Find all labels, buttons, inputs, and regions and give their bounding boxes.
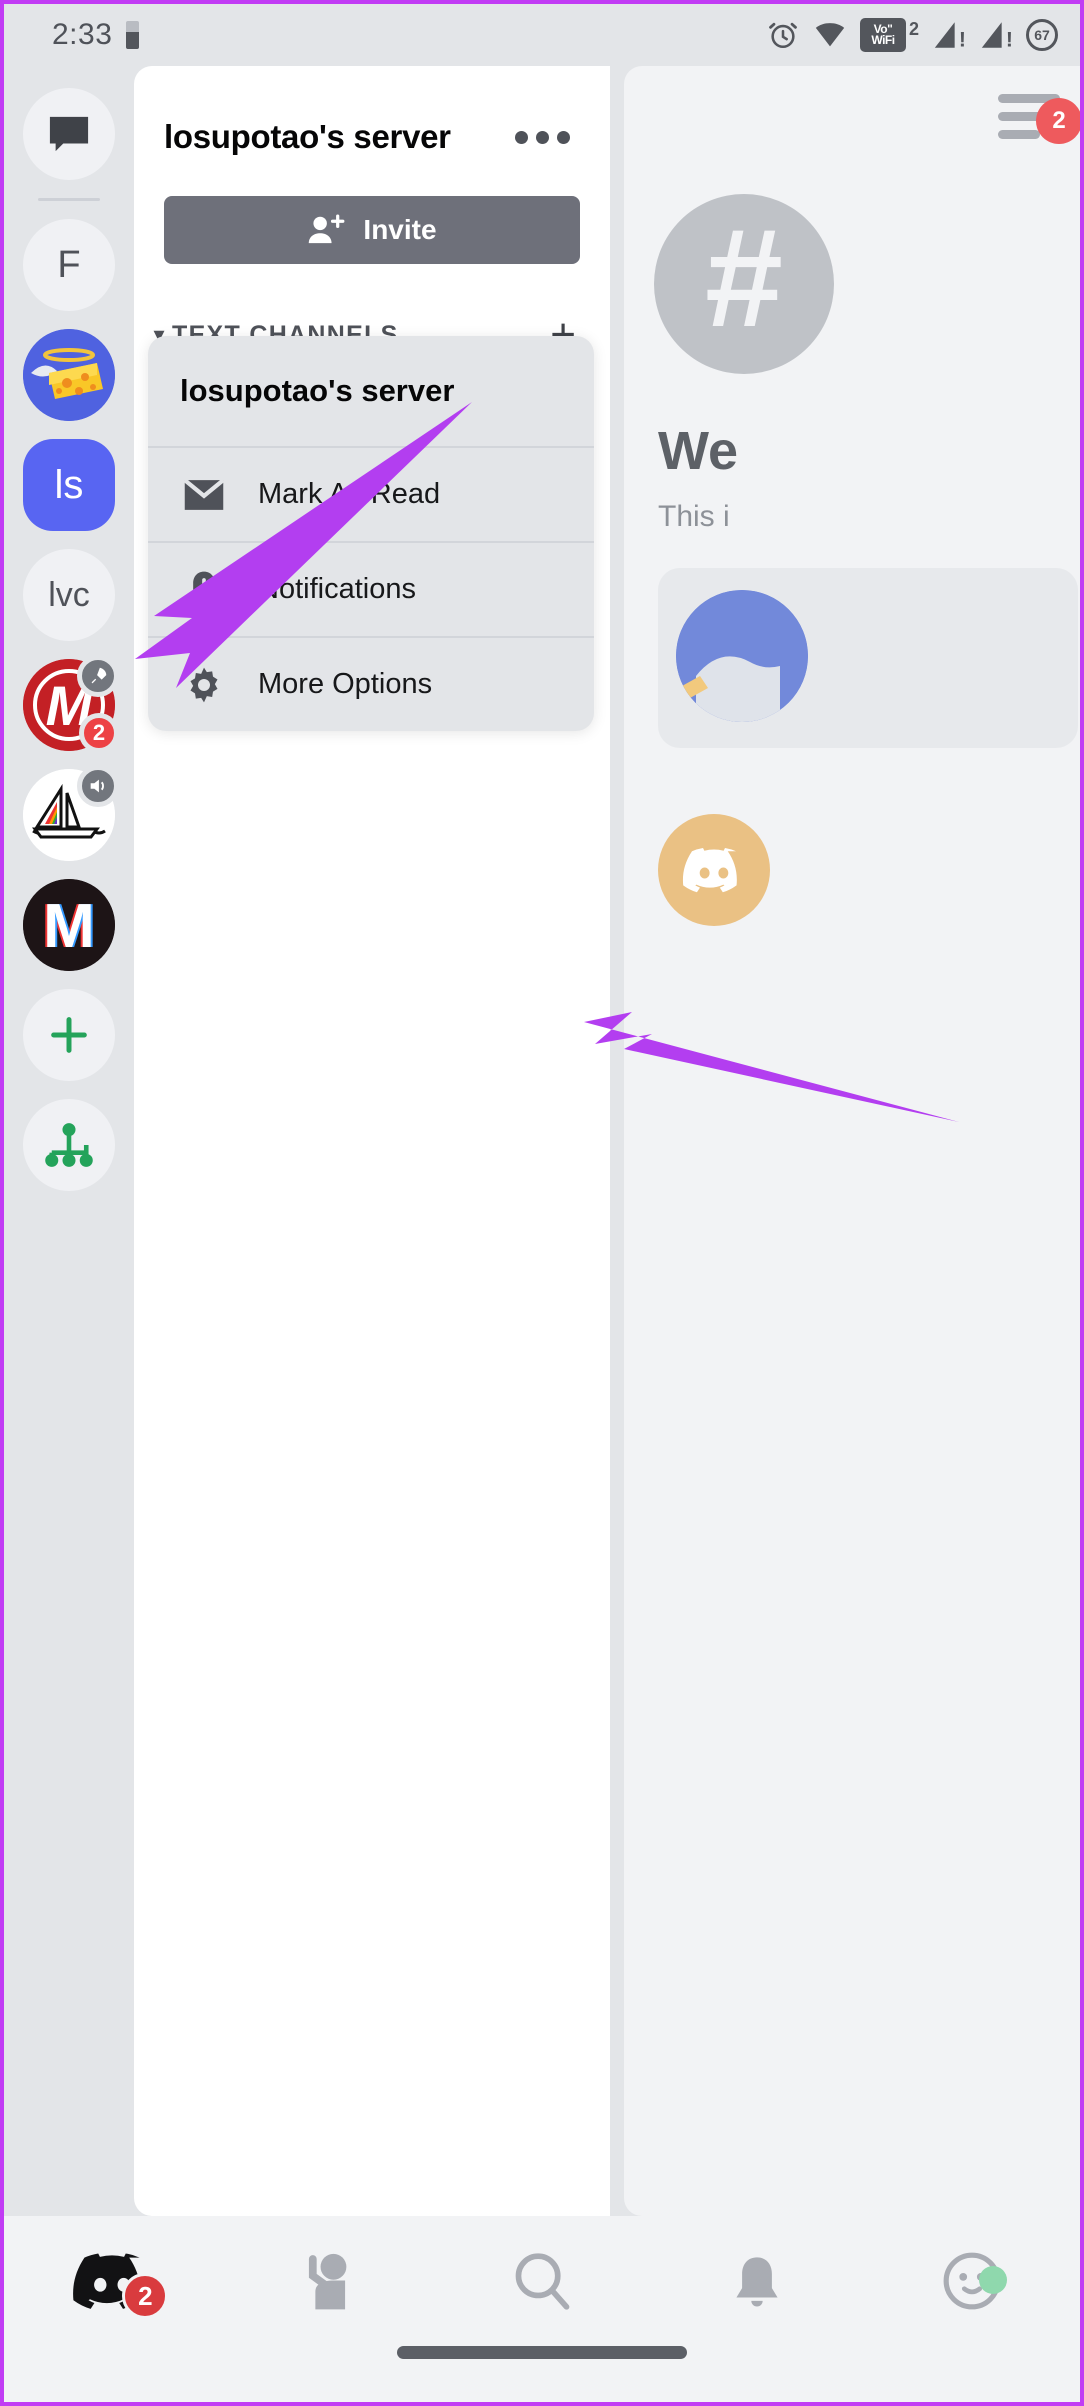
unread-badge: 2 xyxy=(122,2273,169,2320)
vowifi-sim-number: 2 xyxy=(908,18,919,39)
welcome-card[interactable] xyxy=(658,568,1078,748)
rail-item-server-m-red[interactable]: M 2 xyxy=(23,655,119,753)
context-menu-title: losupotao's server xyxy=(180,373,455,408)
person-add-icon xyxy=(309,214,345,244)
server-context-menu[interactable]: losupotao's server Mark As Read Notifica… xyxy=(148,336,594,731)
invite-button[interactable]: Invite xyxy=(164,196,580,264)
unread-badge: 2 xyxy=(79,713,119,753)
rail-item-direct-messages[interactable] xyxy=(23,88,115,180)
welcome-subtext: This i xyxy=(658,500,730,533)
menu-item-more-options[interactable]: More Options xyxy=(148,638,594,731)
invite-button-label: Invite xyxy=(363,214,437,245)
bell-icon xyxy=(736,2257,778,2307)
plus-icon[interactable] xyxy=(23,989,115,1081)
server-initials: F xyxy=(57,243,81,286)
globe-icon xyxy=(676,590,808,722)
status-bar-left: 2:33 xyxy=(52,18,140,52)
bell-alert-icon xyxy=(180,570,228,610)
signal-alert-icon: ! xyxy=(981,22,1013,51)
nav-servers[interactable]: 2 xyxy=(4,2216,219,2346)
panel-header: losupotao's server xyxy=(134,66,610,156)
rail-item-server-cheese[interactable] xyxy=(23,329,115,421)
phone-screen: 2:33 Vo" WiFi 2 ! ! 67 F ls lvc M 2 M M … xyxy=(0,0,1084,2406)
menu-item-notifications[interactable]: Notifications xyxy=(148,543,594,636)
vowifi-icon: Vo" WiFi xyxy=(859,18,906,52)
server-rail[interactable]: F ls lvc M 2 M M M xyxy=(4,66,134,2216)
status-clock: 2:33 xyxy=(52,18,113,51)
nav-search[interactable] xyxy=(434,2216,649,2346)
cheese-angel-icon[interactable] xyxy=(23,329,115,421)
menu-item-label: More Options xyxy=(258,668,433,700)
status-bar: 2:33 Vo" WiFi 2 ! ! 67 xyxy=(4,4,1080,66)
gear-icon xyxy=(180,665,228,705)
server-name-title: losupotao's server xyxy=(164,118,451,155)
explore-compass-icon[interactable] xyxy=(23,1099,115,1191)
battery-icon xyxy=(126,21,140,49)
chat-peek-pane[interactable]: 2 # We This i xyxy=(624,66,1080,2216)
discord-bot-avatar[interactable] xyxy=(658,814,770,926)
wifi-icon xyxy=(815,23,845,47)
server-avatar-f[interactable]: F xyxy=(23,219,115,311)
envelope-icon xyxy=(180,477,228,512)
friends-icon xyxy=(308,2253,347,2310)
rail-item-server-ls[interactable]: ls xyxy=(23,439,115,531)
server-initials: lvc xyxy=(48,575,90,614)
hamburger-line xyxy=(998,130,1040,139)
hamburger-menu-icon[interactable]: 2 xyxy=(984,80,1080,162)
rocket-icon xyxy=(77,655,119,697)
server-avatar-lvc[interactable]: lvc xyxy=(23,549,115,641)
nav-profile[interactable] xyxy=(865,2216,1080,2346)
alarm-icon xyxy=(769,22,797,49)
rail-item-server-lvc[interactable]: lvc xyxy=(23,549,115,641)
nav-friends[interactable] xyxy=(219,2216,434,2346)
peek-top-bar: 2 xyxy=(624,66,1080,176)
menu-item-label: Mark As Read xyxy=(258,478,441,510)
svg-text:!: ! xyxy=(1006,27,1013,51)
rail-divider xyxy=(38,198,100,201)
rail-item-server-f[interactable]: F xyxy=(23,219,115,311)
dot xyxy=(557,130,570,144)
server-avatar-ls[interactable]: ls xyxy=(23,439,115,531)
battery-percent-value: 67 xyxy=(1034,27,1050,43)
more-horizontal-icon[interactable] xyxy=(505,121,580,154)
search-icon xyxy=(515,2253,570,2310)
discord-logo-icon xyxy=(682,848,737,893)
battery-percent-badge: 67 xyxy=(1026,19,1058,51)
dot xyxy=(536,130,549,144)
channel-hash-icon: # xyxy=(654,194,834,374)
menu-item-mark-as-read[interactable]: Mark As Read xyxy=(148,448,594,541)
gesture-bar[interactable] xyxy=(4,2346,1080,2402)
gesture-bar-handle xyxy=(397,2346,687,2359)
svg-text:!: ! xyxy=(959,27,966,51)
menu-item-label: Notifications xyxy=(258,573,416,605)
speaker-icon xyxy=(77,765,119,807)
vowifi-line2: WiFi xyxy=(871,33,895,47)
rail-item-explore-servers[interactable] xyxy=(23,1099,115,1191)
dot xyxy=(515,130,528,144)
svg-text:M: M xyxy=(43,892,95,961)
rail-item-server-sailboat[interactable] xyxy=(23,765,119,861)
rail-item-add-server[interactable] xyxy=(23,989,115,1081)
mentions-badge: 2 xyxy=(1036,98,1080,144)
bottom-nav-row: 2 xyxy=(4,2216,1080,2346)
signal-alert-icon: ! xyxy=(934,22,966,51)
rail-item-server-m-dark[interactable]: M M M xyxy=(23,879,115,971)
nav-notifications[interactable] xyxy=(650,2216,865,2346)
status-online-dot xyxy=(978,2266,1007,2294)
welcome-heading: We xyxy=(658,421,739,481)
bottom-navigation-bar[interactable]: 2 xyxy=(4,2216,1080,2402)
m-dark-logo-icon[interactable]: M M M xyxy=(23,879,115,971)
chat-bubble-icon[interactable] xyxy=(23,88,115,180)
status-bar-right: Vo" WiFi 2 ! ! 67 xyxy=(766,18,1058,52)
server-initials: ls xyxy=(54,462,84,507)
